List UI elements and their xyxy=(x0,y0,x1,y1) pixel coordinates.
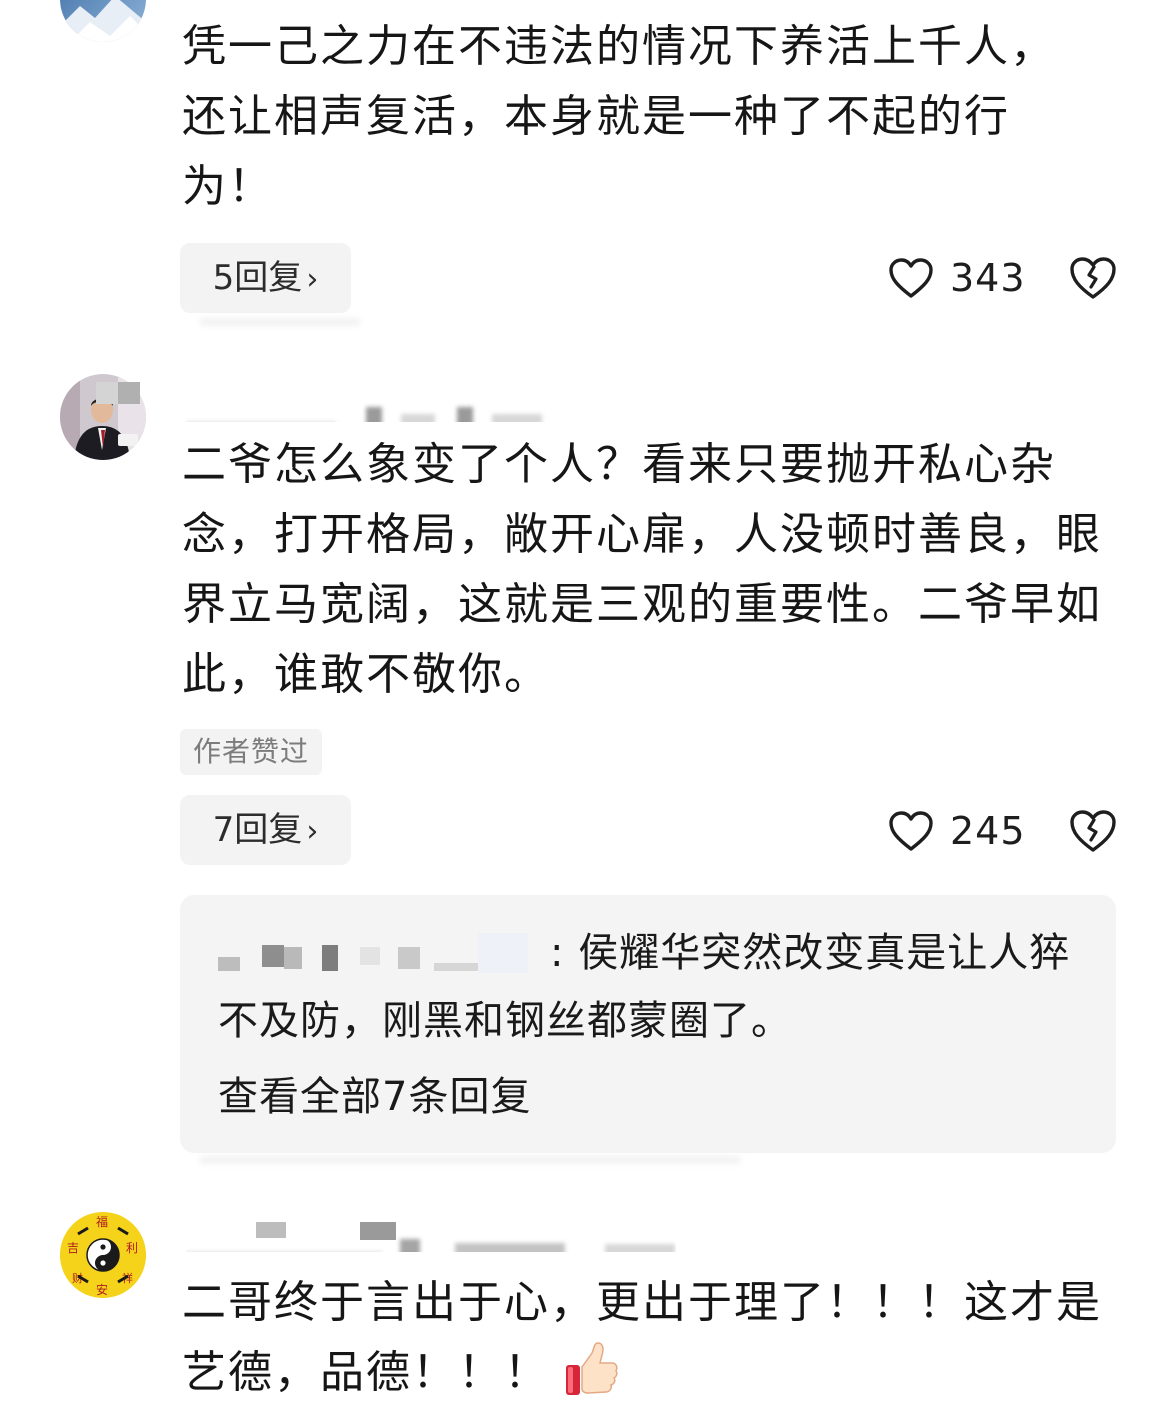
reply-button-comment-1[interactable]: 5回复 › xyxy=(180,243,351,313)
like-count-comment-2: 245 xyxy=(950,809,1026,853)
svg-text:安: 安 xyxy=(96,1282,108,1297)
like-group-comment-2: 245 xyxy=(888,806,1138,856)
chip-shadow xyxy=(200,318,360,326)
comment-3-text: 二哥终于言出于心，更出于理了！！！这才是艺德，品德！！！ xyxy=(182,1268,1132,1408)
chevron-right-icon: › xyxy=(306,262,319,297)
reply-count-label: 5回复 xyxy=(212,258,303,298)
broken-heart-icon[interactable] xyxy=(1068,255,1118,301)
comment-3-text-content: 二哥终于言出于心，更出于理了！！！这才是艺德，品德！！！ xyxy=(182,1277,1102,1398)
svg-text:利: 利 xyxy=(126,1241,138,1255)
avatar-comment-3[interactable]: 吉 利 福 安 财 祥 xyxy=(60,1212,146,1298)
reply-preview-box[interactable]: : 侯耀华突然改变真是让人猝不及防，刚黑和钢丝都蒙圈了。 查看全部7条回复 xyxy=(180,895,1116,1153)
redaction-mosaic xyxy=(96,382,142,406)
chevron-right-icon: › xyxy=(306,814,319,849)
reply-button-comment-2[interactable]: 7回复 › xyxy=(180,795,351,865)
heart-outline-icon[interactable] xyxy=(888,810,934,852)
reply-count-label: 7回复 xyxy=(212,810,303,850)
comment-1-text: 凭一己之力在不违法的情况下养活上千人，还让相声复活，本身就是一种了不起的行为！ xyxy=(182,21,1056,212)
comment-2-meta-redacted xyxy=(186,396,626,422)
svg-text:福: 福 xyxy=(96,1214,108,1229)
like-count-comment-1: 343 xyxy=(950,256,1026,300)
avatar-comment-1[interactable] xyxy=(60,0,146,42)
reply-preview-text: : 侯耀华突然改变真是让人猝不及防，刚黑和钢丝都蒙圈了。 xyxy=(218,930,1071,1044)
thumbs-up-emoji xyxy=(566,1342,618,1395)
svg-text:吉: 吉 xyxy=(67,1241,79,1255)
broken-heart-icon[interactable] xyxy=(1068,808,1118,854)
comment-2-text: 二爷怎么象变了个人？看来只要抛开私心杂念，打开格局，敞开心扉，人没顿时善良，眼界… xyxy=(182,439,1102,700)
heart-outline-icon[interactable] xyxy=(888,257,934,299)
reply-box-shadow xyxy=(200,1156,740,1164)
like-group-comment-1: 343 xyxy=(888,253,1138,303)
redaction-mosaic xyxy=(256,1222,396,1242)
author-liked-badge: 作者赞过 xyxy=(180,729,322,775)
view-all-replies-link[interactable]: 查看全部7条回复 xyxy=(218,1065,531,1129)
